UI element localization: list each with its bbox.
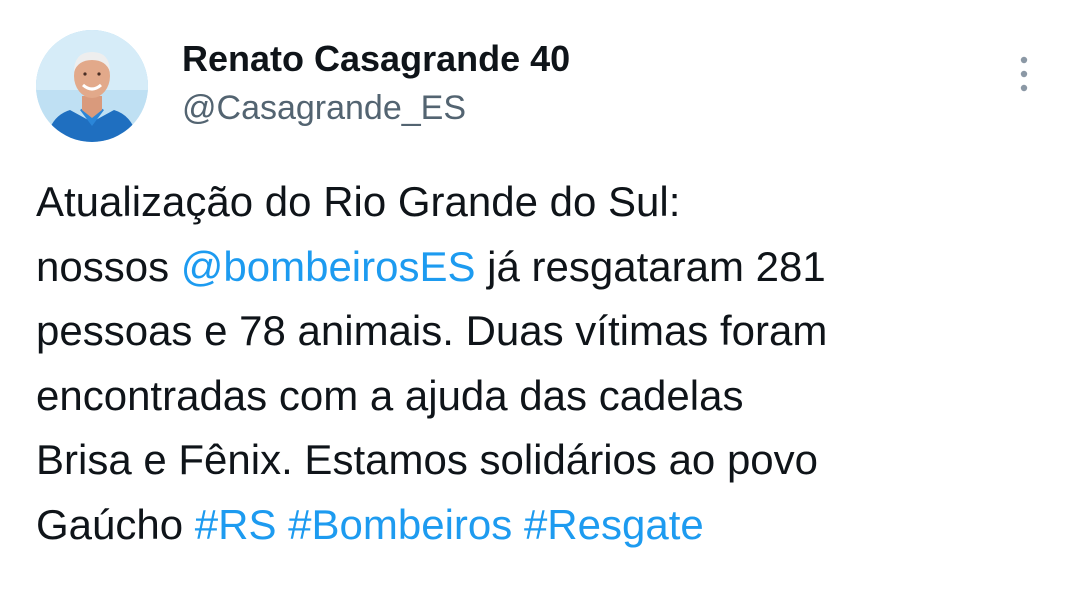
tweet-text-segment: nossos [36, 242, 181, 290]
author-display-name[interactable]: Renato Casagrande 40 [182, 38, 570, 80]
more-vertical-icon [1020, 56, 1028, 92]
author-handle[interactable]: @Casagrande_ES [182, 88, 466, 128]
hashtag-link[interactable]: #Resgate [524, 501, 704, 548]
tweet-line: Brisa e Fênix. Estamos solidários ao pov… [36, 436, 819, 483]
author-avatar[interactable] [36, 30, 148, 142]
profile-photo-icon [36, 30, 148, 142]
hashtag-link[interactable]: #Bombeiros [288, 501, 512, 548]
mention-link[interactable]: @bombeirosES [181, 243, 476, 290]
tweet-line: pessoas e 78 animais. Duas vítimas foram [36, 307, 828, 354]
tweet-text-segment: Gaúcho [36, 500, 195, 548]
tweet-line: encontradas com a ajuda das cadelas [36, 371, 744, 419]
more-options-button[interactable] [1010, 52, 1038, 96]
tweet-line: nossos @bombeirosES já resgataram 281 [36, 235, 1056, 300]
tweet-text: Atualização do Rio Grande do Sul: nossos… [36, 170, 1056, 557]
tweet-card: Renato Casagrande 40 @Casagrande_ES Atua… [0, 0, 1080, 593]
hashtag-link[interactable]: #RS [195, 501, 277, 548]
tweet-line: Gaúcho #RS #Bombeiros #Resgate [36, 493, 1056, 558]
tweet-line: Atualização do Rio Grande do Sul: [36, 178, 681, 225]
tweet-text-segment: já resgataram 281 [475, 242, 826, 290]
